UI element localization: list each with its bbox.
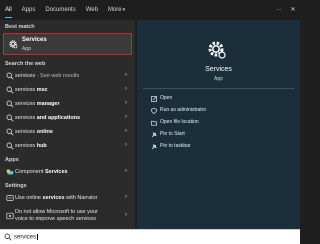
- settings-result-line1: Do not allow Microsoft to use your: [15, 209, 98, 215]
- search-icon: [6, 86, 14, 94]
- chevron-right-icon[interactable]: ›: [125, 194, 127, 200]
- chevron-right-icon[interactable]: ›: [125, 212, 127, 218]
- settings-result-line2: voice to improve speech services: [15, 215, 97, 222]
- web-result-suffix: hub: [36, 142, 47, 149]
- close-icon[interactable]: ✕: [286, 0, 300, 20]
- tab-apps[interactable]: Apps: [17, 0, 41, 20]
- tab-web[interactable]: Web: [81, 0, 103, 20]
- tab-more-label: More: [107, 7, 122, 13]
- action-label: Open file location: [160, 119, 199, 125]
- action-label: Pin to taskbar: [160, 143, 191, 149]
- web-result-item[interactable]: services hub ›: [0, 139, 135, 153]
- settings-result-label: Do not allow Microsoft to use your voice …: [15, 209, 98, 222]
- web-result-query: services: [15, 142, 37, 149]
- section-search-web: Search the web: [5, 61, 46, 67]
- web-result-query: services: [15, 72, 36, 79]
- app-result-item[interactable]: Component Services ›: [0, 165, 135, 179]
- web-result-query: services: [15, 86, 37, 93]
- web-result-label: services hub: [15, 143, 47, 149]
- web-result-label: services manager: [15, 101, 60, 107]
- settings-result-item[interactable]: Use online services with Narrator ›: [0, 191, 135, 205]
- more-icon[interactable]: ···: [272, 0, 286, 20]
- component-services-icon: [6, 169, 14, 175]
- gear-icon: [208, 41, 226, 59]
- chevron-right-icon[interactable]: ›: [125, 168, 127, 174]
- web-result-label: services online: [15, 129, 53, 135]
- search-box[interactable]: services: [0, 229, 300, 244]
- detail-subtitle: App: [214, 76, 223, 82]
- detail-panel: Services App Open Run as administrator O…: [137, 20, 300, 229]
- best-match-item[interactable]: Services App: [3, 33, 132, 55]
- web-result-query: services: [15, 128, 37, 135]
- action-label: Open: [160, 95, 173, 101]
- chevron-right-icon[interactable]: ›: [125, 128, 127, 134]
- web-result-label: services - See web results: [15, 73, 79, 79]
- tab-more[interactable]: More▾: [103, 0, 130, 20]
- web-result-suffix: and applications: [36, 114, 81, 121]
- pin-icon: [151, 132, 157, 138]
- web-result-label: services msc: [15, 87, 48, 93]
- open-icon: [151, 96, 157, 102]
- chevron-right-icon[interactable]: ›: [125, 100, 127, 106]
- speech-icon: [6, 212, 14, 220]
- divider: [143, 88, 294, 89]
- search-icon: [6, 128, 14, 136]
- chevron-down-icon: ▾: [122, 7, 126, 13]
- app-result-prefix: Component: [15, 168, 45, 175]
- app-result-query: Services: [44, 168, 68, 175]
- pin-taskbar-icon: [151, 144, 157, 150]
- web-result-query: services: [15, 114, 37, 121]
- web-result-item[interactable]: services manager ›: [0, 97, 135, 111]
- web-result-suffix: manager: [36, 100, 60, 107]
- search-icon: [6, 142, 14, 150]
- web-result-label: services and applications: [15, 115, 80, 121]
- settings-result-item[interactable]: Do not allow Microsoft to use your voice …: [0, 206, 135, 226]
- search-icon: [4, 233, 12, 241]
- app-result-label: Component Services: [15, 169, 68, 175]
- web-result-suffix: - See web results: [35, 72, 80, 79]
- settings-result-prefix: Use online: [15, 194, 43, 201]
- settings-result-query: services: [42, 194, 65, 201]
- web-result-query: services: [15, 100, 37, 107]
- web-result-item[interactable]: services msc ›: [0, 83, 135, 97]
- chevron-right-icon[interactable]: ›: [125, 72, 127, 78]
- chevron-right-icon[interactable]: ›: [125, 142, 127, 148]
- text-cursor: [36, 233, 38, 240]
- web-result-suffix: online: [36, 128, 53, 135]
- search-icon: [6, 72, 14, 80]
- web-result-item[interactable]: services - See web results ›: [0, 69, 135, 83]
- chevron-right-icon[interactable]: ›: [125, 114, 127, 120]
- tab-documents[interactable]: Documents: [40, 0, 80, 20]
- search-input-value: services: [14, 234, 37, 241]
- search-input[interactable]: services: [14, 233, 38, 241]
- search-tabs: All Apps Documents Web More▾ ··· ✕: [0, 0, 300, 20]
- section-apps: Apps: [5, 157, 19, 163]
- section-settings: Settings: [5, 183, 27, 189]
- narrator-icon: [6, 195, 14, 201]
- web-result-item[interactable]: services and applications ›: [0, 111, 135, 125]
- gear-icon: [9, 40, 18, 49]
- action-label: Run as administrator: [160, 107, 207, 113]
- web-result-suffix: msc: [36, 86, 48, 93]
- results-panel: Best match Services App Search the web s…: [0, 20, 135, 229]
- chevron-right-icon[interactable]: ›: [125, 86, 127, 92]
- folder-icon: [151, 120, 157, 126]
- shield-icon: [151, 108, 157, 114]
- tab-all[interactable]: All: [0, 0, 17, 20]
- action-label: Pin to Start: [160, 131, 185, 137]
- detail-title: Services: [205, 66, 232, 73]
- settings-result-suffix: with Narrator: [64, 194, 98, 201]
- web-result-item[interactable]: services online ›: [0, 125, 135, 139]
- settings-result-label: Use online services with Narrator: [15, 195, 98, 201]
- best-match-title: Services: [22, 37, 47, 43]
- best-match-subtitle: App: [22, 46, 31, 52]
- search-icon: [6, 114, 14, 122]
- search-icon: [6, 100, 14, 108]
- section-best-match: Best match: [5, 24, 35, 30]
